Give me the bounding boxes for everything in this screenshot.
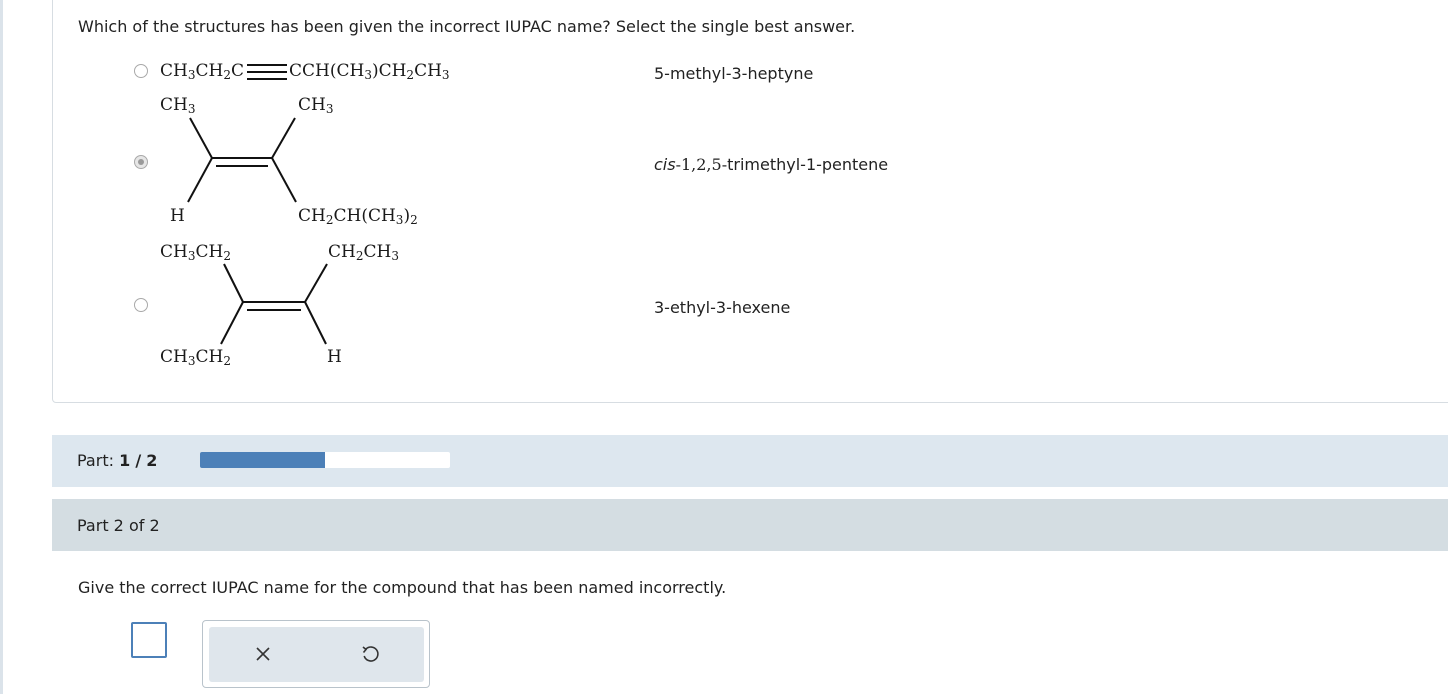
triple-bond: [247, 64, 287, 80]
option-1-structure-left: CH3CH2C: [160, 61, 244, 82]
option-3-top-left-group: CH3CH2: [160, 242, 231, 263]
option-3-bottom-left-group: CH3CH2: [160, 347, 231, 368]
part2-header: Part 2 of 2: [52, 499, 1448, 551]
close-icon: [256, 647, 270, 661]
option-3-top-right-group: CH2CH3: [328, 242, 399, 263]
option-2-name: cis-1,2,5-trimethyl-1-pentene: [654, 155, 889, 174]
option-2-radio[interactable]: [134, 155, 148, 169]
option-3-name: 3-ethyl-3-hexene: [654, 298, 791, 317]
option-2-alkene-bonds: [187, 117, 297, 203]
option-1-structure-right: CCH(CH3)CH2CH3: [289, 61, 450, 82]
progress-track: [200, 452, 450, 468]
option-2-top-right-group: CH3: [298, 95, 334, 116]
clear-button[interactable]: [248, 639, 278, 669]
question-text: Which of the structures has been given t…: [78, 17, 856, 36]
option-3-bottom-right-group: H: [327, 347, 342, 367]
option-2-bottom-right-group: CH2CH(CH3)2: [298, 206, 418, 227]
option-3-alkene-bonds: [220, 263, 328, 345]
part2-instruction: Give the correct IUPAC name for the comp…: [78, 578, 727, 597]
part2-title: Part 2 of 2: [77, 516, 160, 535]
answer-input[interactable]: [131, 622, 167, 658]
progress-row: Part: 1 / 2: [52, 435, 1448, 487]
undo-icon: [362, 646, 379, 662]
undo-button[interactable]: [355, 639, 385, 669]
tool-strip: [209, 627, 424, 682]
option-3-radio[interactable]: [134, 298, 148, 312]
part-progress-label: Part: 1 / 2: [77, 451, 158, 470]
option-1-radio[interactable]: [134, 64, 148, 78]
option-2-top-left-group: CH3: [160, 95, 196, 116]
progress-fill: [200, 452, 325, 468]
answer-tool-panel: [202, 620, 430, 688]
left-rule: [0, 0, 3, 694]
option-1-name: 5-methyl-3-heptyne: [654, 64, 814, 83]
